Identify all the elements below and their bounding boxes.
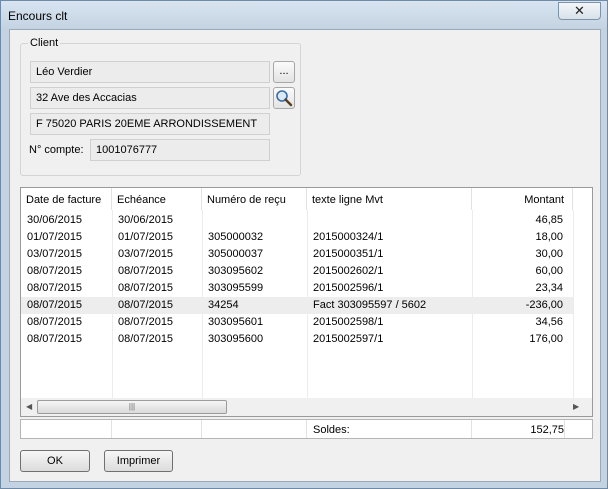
table-cell: 2015002596/1 <box>313 282 384 294</box>
column-header[interactable]: texte ligne Mvt <box>307 188 472 210</box>
table-cell: 08/07/2015 <box>118 299 174 311</box>
table-cell: 08/07/2015 <box>27 282 83 294</box>
table-cell: 46,85 <box>535 214 563 226</box>
table-cell: 01/07/2015 <box>27 231 83 243</box>
grip-icon: ||| <box>128 402 136 411</box>
totals-label: Soldes: <box>307 420 472 438</box>
dialog-window: Encours clt ✕ Client Léo Verdier ... 32 … <box>0 0 608 489</box>
close-icon: ✕ <box>574 3 585 18</box>
table-cell: Fact 303095597 / 5602 <box>313 299 427 311</box>
client-city-field: F 75020 PARIS 20EME ARRONDISSEMENT <box>30 113 270 135</box>
scroll-right-icon[interactable]: ▶ <box>573 402 579 411</box>
table-row[interactable]: 30/06/2015 30/06/2015 46,85 <box>21 212 573 229</box>
table-cell: 30/06/2015 <box>27 214 83 226</box>
table-row[interactable]: 08/07/2015 08/07/2015 303095602 2015002602/… <box>21 263 573 280</box>
table-cell: 08/07/2015 <box>118 265 174 277</box>
table-cell: 30/06/2015 <box>118 214 174 226</box>
magnifier-icon <box>276 90 293 107</box>
table-row[interactable]: 01/07/2015 01/07/2015 305000032 2015000324/… <box>21 229 573 246</box>
table-row[interactable]: 08/07/2015 08/07/2015 303095599 2015002596/… <box>21 280 573 297</box>
totals-row: Soldes: 152,75 <box>20 419 593 439</box>
table-cell: 01/07/2015 <box>118 231 174 243</box>
ellipsis-icon: ... <box>279 65 289 77</box>
table-cell: 30,00 <box>535 248 563 260</box>
table-cell: 2015000324/1 <box>313 231 384 243</box>
account-label: N° compte: <box>29 144 84 156</box>
table-cell: 08/07/2015 <box>27 299 83 311</box>
table-row[interactable]: 08/07/2015 08/07/2015 303095601 2015002598/… <box>21 314 573 331</box>
table-row[interactable]: 03/07/2015 03/07/2015 305000037 2015000351/… <box>21 246 573 263</box>
horizontal-scrollbar[interactable]: ◀ ||| ▶ <box>21 398 592 416</box>
table-cell: 08/07/2015 <box>118 333 174 345</box>
ok-button[interactable]: OK <box>20 450 90 472</box>
table-cell: 08/07/2015 <box>118 316 174 328</box>
column-header[interactable]: Echéance <box>112 188 202 210</box>
table-cell: 23,34 <box>535 282 563 294</box>
table-cell: 2015002602/1 <box>313 265 384 277</box>
column-header[interactable]: Date de facture <box>21 188 112 210</box>
table-cell: 08/07/2015 <box>118 282 174 294</box>
table-cell: 03/07/2015 <box>27 248 83 260</box>
title-bar[interactable]: Encours clt ✕ <box>1 1 607 29</box>
table-cell: 34254 <box>208 299 239 311</box>
client-name-field: Léo Verdier <box>30 61 270 83</box>
table-cell: 03/07/2015 <box>118 248 174 260</box>
totals-cell-empty <box>112 420 202 438</box>
client-group: Client Léo Verdier ... 32 Ave des Accaci… <box>20 37 301 176</box>
table-cell: 303095599 <box>208 282 264 294</box>
table-cell: 303095601 <box>208 316 264 328</box>
totals-cell-empty <box>202 420 307 438</box>
column-header[interactable]: Numéro de reçu <box>202 188 307 210</box>
table-cell: 08/07/2015 <box>27 265 83 277</box>
table-cell: -236,00 <box>525 299 563 311</box>
close-button[interactable]: ✕ <box>558 2 601 20</box>
dialog-content: Client Léo Verdier ... 32 Ave des Accaci… <box>9 29 601 482</box>
table-cell: 60,00 <box>535 265 563 277</box>
table-row[interactable]: 08/07/2015 08/07/2015 34254 Fact 303095597 … <box>21 297 573 314</box>
table-cell: 08/07/2015 <box>27 316 83 328</box>
table-cell: 303095600 <box>208 333 264 345</box>
browse-client-button[interactable]: ... <box>273 61 295 83</box>
column-header[interactable]: Montant <box>472 188 573 210</box>
table-cell: 305000032 <box>208 231 264 243</box>
table-cell: 305000037 <box>208 248 264 260</box>
scroll-left-icon[interactable]: ◀ <box>26 402 32 411</box>
table-cell: 2015002598/1 <box>313 316 384 328</box>
transactions-grid[interactable]: Date de facture Echéance Numéro de reçu tex… <box>20 187 593 417</box>
table-cell: 2015000351/1 <box>313 248 384 260</box>
table-cell: 2015002597/1 <box>313 333 384 345</box>
print-button[interactable]: Imprimer <box>104 450 173 472</box>
column-divider <box>573 210 574 398</box>
table-cell: 34,56 <box>535 316 563 328</box>
table-row[interactable]: 08/07/2015 08/07/2015 303095600 2015002597/… <box>21 331 573 348</box>
table-cell: 176,00 <box>529 333 563 345</box>
account-number-field: 1001076777 <box>90 139 270 161</box>
totals-cell-empty <box>21 420 112 438</box>
client-group-label: Client <box>28 37 61 49</box>
window-title: Encours clt <box>8 9 68 23</box>
client-address-field: 32 Ave des Accacias <box>30 87 270 109</box>
table-cell: 08/07/2015 <box>27 333 83 345</box>
table-cell: 18,00 <box>535 231 563 243</box>
table-cell: 303095602 <box>208 265 264 277</box>
grid-header: Date de facture Echéance Numéro de reçu tex… <box>21 188 592 210</box>
scroll-thumb[interactable]: ||| <box>37 400 227 414</box>
search-client-button[interactable] <box>273 87 295 109</box>
totals-value: 152,75 <box>472 420 565 438</box>
